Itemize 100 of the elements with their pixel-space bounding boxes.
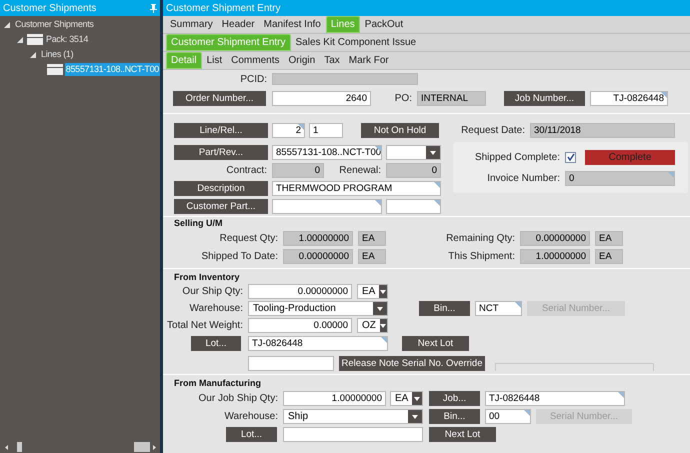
status-indicator: Complete: [585, 150, 675, 164]
tree-item[interactable]: Customer Shipments: [14, 18, 95, 31]
tab[interactable]: List: [202, 52, 226, 69]
input-field[interactable]: [248, 356, 334, 371]
form-button[interactable]: Part/Rev...: [174, 145, 268, 160]
input-field[interactable]: 0: [272, 163, 324, 178]
field-label: Remaining Qty:: [445, 232, 516, 245]
input-field[interactable]: 2640: [272, 91, 371, 106]
field-label: Request Qty:: [218, 232, 279, 245]
tab[interactable]: Origin: [284, 52, 320, 69]
hold-status-button[interactable]: Not On Hold: [361, 123, 439, 138]
field-label: PCID:: [239, 72, 268, 86]
input-field[interactable]: NCT: [475, 301, 522, 316]
empty-field[interactable]: [495, 362, 654, 370]
input-field[interactable]: [272, 73, 418, 85]
input-field[interactable]: 0.00000000: [248, 284, 352, 299]
job-number-button[interactable]: Job Number...: [504, 91, 585, 106]
input-field[interactable]: 00: [485, 409, 531, 424]
input-field[interactable]: INTERNAL: [417, 91, 486, 106]
input-field[interactable]: EA: [358, 231, 386, 246]
input-field[interactable]: TJ-0826448: [485, 391, 625, 406]
field-label: Shipped To Date:: [200, 250, 279, 263]
section-title: From Manufacturing: [174, 379, 262, 388]
input-field[interactable]: EA: [595, 249, 623, 264]
input-field[interactable]: 1.00000000: [283, 391, 386, 406]
input-field[interactable]: 1.00000000: [520, 249, 590, 264]
tab[interactable]: Comments: [227, 52, 284, 69]
override-button[interactable]: Release Note Serial No. Override: [339, 356, 485, 371]
bin-button[interactable]: Bin...: [429, 409, 480, 424]
next-lot-button[interactable]: Next Lot: [402, 336, 469, 351]
caret-icon: [380, 290, 386, 294]
field-label: Contract:: [225, 164, 268, 177]
form-button[interactable]: Line/Rel...: [174, 123, 268, 138]
input-field[interactable]: 2: [272, 123, 305, 138]
order-number-button[interactable]: Order Number...: [173, 91, 266, 106]
form-button[interactable]: Description: [174, 181, 268, 196]
window-title: Customer Shipment Entry: [166, 2, 280, 16]
caret-icon: [377, 306, 383, 310]
tab[interactable]: Mark For: [344, 52, 393, 69]
field-label: Warehouse:: [223, 410, 279, 423]
section-title: Selling U/M: [174, 219, 224, 228]
expand-arrow-icon[interactable]: [30, 52, 36, 58]
input-field[interactable]: [272, 199, 382, 214]
input-field[interactable]: 0.00000: [248, 318, 352, 333]
tab[interactable]: Tax: [320, 52, 344, 69]
tab[interactable]: PackOut: [360, 16, 408, 33]
input-field[interactable]: 0.00000000: [520, 231, 590, 246]
input-field[interactable]: EA: [595, 231, 623, 246]
input-field[interactable]: 0: [386, 163, 441, 178]
field-label: Shipped Complete:: [474, 150, 561, 164]
scrollbar-left-drawing[interactable]: [3, 442, 22, 452]
field-label: Renewal:: [338, 164, 382, 177]
field-label: This Shipment:: [447, 250, 516, 263]
input-field[interactable]: 30/11/2018: [530, 123, 675, 138]
pin-icon[interactable]: [150, 4, 157, 12]
tab[interactable]: Summary: [166, 16, 217, 33]
scrollbar-right-drawing[interactable]: [134, 442, 157, 452]
input-field[interactable]: TJ-0826448: [248, 336, 388, 351]
tree-item[interactable]: Lines (1): [40, 48, 74, 61]
dropdown[interactable]: [386, 145, 441, 160]
input-field[interactable]: 0: [565, 170, 675, 186]
caret-icon: [412, 414, 418, 418]
input-field[interactable]: THERMWOOD PROGRAM: [272, 181, 441, 196]
field-label: Our Job Ship Qty:: [198, 392, 279, 405]
panel-title: Customer Shipments: [3, 2, 96, 16]
expand-arrow-icon[interactable]: [4, 22, 10, 28]
input-field[interactable]: [386, 199, 441, 214]
field-label: Invoice Number:: [486, 172, 561, 184]
input-field[interactable]: 1: [309, 123, 343, 138]
bin-button[interactable]: Bin...: [419, 301, 470, 316]
dropdown[interactable]: EA: [357, 284, 388, 299]
section-title: From Inventory: [174, 273, 241, 282]
caret-icon: [430, 150, 436, 154]
field-label: Request Date:: [460, 124, 526, 137]
expand-arrow-icon[interactable]: [17, 36, 23, 42]
tab[interactable]: Manifest Info: [260, 16, 325, 33]
form-button[interactable]: Customer Part...: [174, 199, 268, 214]
dropdown[interactable]: EA: [390, 391, 423, 406]
checkbox[interactable]: [565, 152, 576, 162]
input-field[interactable]: TJ-0826448: [590, 91, 668, 106]
caret-icon: [380, 324, 386, 328]
dropdown[interactable]: OZ: [357, 318, 388, 333]
input-field[interactable]: 0.00000000: [283, 249, 353, 264]
tab[interactable]: Header: [218, 16, 259, 33]
field-label: Warehouse:: [188, 302, 244, 315]
dropdown[interactable]: Ship: [283, 409, 423, 424]
tab[interactable]: Sales Kit Component Issue: [292, 34, 420, 51]
input-field[interactable]: 1.00000000: [283, 231, 353, 246]
next-lot-button[interactable]: Next Lot: [429, 427, 496, 442]
job-button[interactable]: Job...: [429, 391, 480, 406]
input-field[interactable]: [283, 427, 423, 442]
dropdown[interactable]: Tooling-Production: [248, 301, 388, 316]
field-label: Total Net Weight:: [166, 319, 244, 332]
lot-button[interactable]: Lot...: [226, 427, 277, 442]
input-field[interactable]: 85557131-108..NCT-T00: [272, 145, 382, 160]
field-label: PO:: [394, 92, 413, 105]
tree-item[interactable]: Pack: 3514: [45, 33, 90, 46]
lot-button[interactable]: Lot...: [191, 336, 241, 351]
input-field[interactable]: EA: [358, 249, 386, 264]
field-label: Our Ship Qty:: [181, 285, 244, 298]
